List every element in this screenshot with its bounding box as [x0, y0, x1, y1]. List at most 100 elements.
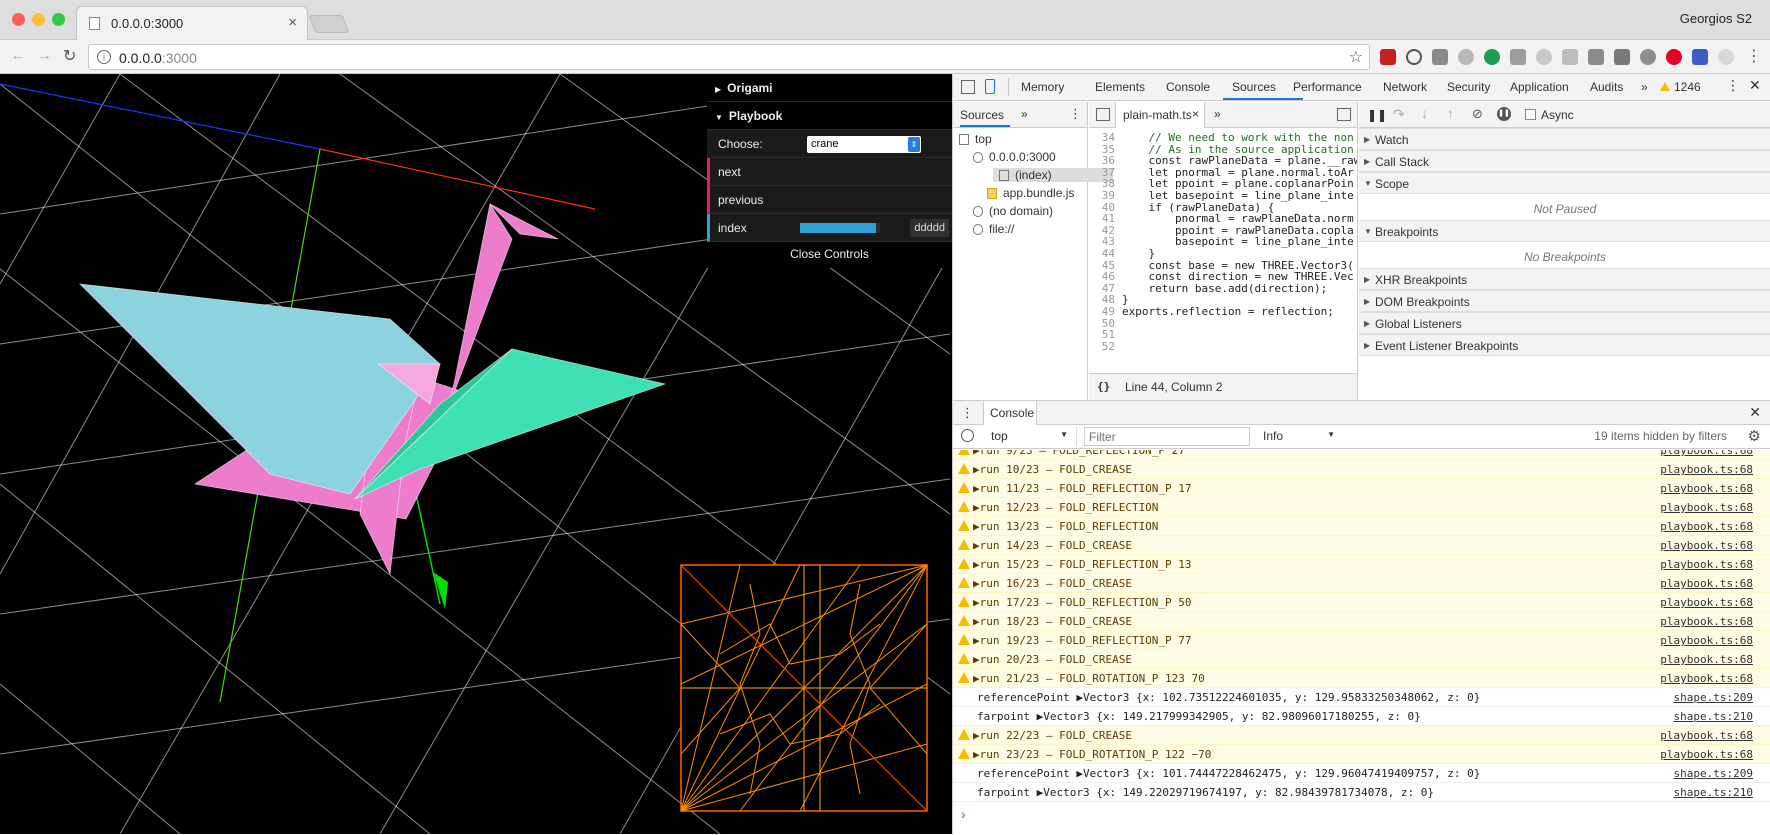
index-slider[interactable]	[800, 223, 880, 233]
console-log-row[interactable]: referencePoint ▶Vector3 {x: 101.74447228…	[953, 764, 1770, 783]
console-source-link[interactable]: playbook.ts:68	[1660, 634, 1753, 647]
previous-button[interactable]: previous	[707, 186, 952, 214]
pause-icon[interactable]: ❚❚	[1367, 108, 1387, 122]
global-listeners-section[interactable]: ▶ Global Listeners	[1359, 312, 1770, 334]
close-file-icon[interactable]: ×	[1192, 107, 1199, 121]
minimize-window-button[interactable]	[32, 13, 45, 26]
info-icon[interactable]: i	[97, 50, 111, 64]
console-source-link[interactable]: shape.ts:210	[1674, 710, 1753, 723]
console-warning-row[interactable]: ▶run 17/23 – FOLD_REFLECTION_P 50 playboo…	[953, 593, 1770, 612]
clear-console-icon[interactable]	[961, 429, 974, 442]
console-warning-row[interactable]: ▶run 12/23 – FOLD_REFLECTION playbook.ts:…	[953, 498, 1770, 517]
console-log-row[interactable]: farpoint ▶Vector3 {x: 149.217999342905, …	[953, 707, 1770, 726]
tab-memory[interactable]: Memory	[1021, 80, 1064, 94]
console-log-row[interactable]: farpoint ▶Vector3 {x: 149.22029719674197…	[953, 783, 1770, 802]
file-tree-item[interactable]: 0.0.0.0:3000	[973, 150, 1056, 164]
code-lines[interactable]: 34 // We need to work with the non 35 // …	[1089, 129, 1357, 373]
more-files-icon[interactable]: »	[1214, 107, 1221, 121]
step-over-icon[interactable]: ↷	[1393, 106, 1405, 123]
menu-icon[interactable]: ⋮	[1746, 46, 1762, 66]
console-source-link[interactable]: playbook.ts:68	[1660, 450, 1753, 457]
console-source-link[interactable]: playbook.ts:68	[1660, 672, 1753, 685]
drawer-menu-icon[interactable]: ⋮	[961, 405, 974, 421]
dom-breakpoints-section[interactable]: ▶ DOM Breakpoints	[1359, 290, 1770, 312]
console-source-link[interactable]: playbook.ts:68	[1660, 596, 1753, 609]
close-tab-icon[interactable]: ×	[288, 14, 297, 31]
tab-elements[interactable]: Elements	[1095, 80, 1145, 94]
extension-icon[interactable]	[1588, 49, 1604, 65]
console-source-link[interactable]: playbook.ts:68	[1660, 463, 1753, 476]
settings-extension-icon[interactable]	[1536, 49, 1552, 65]
toggle-navigator-icon[interactable]	[1096, 108, 1110, 121]
pause-on-exceptions-icon[interactable]: ❚❚	[1497, 107, 1511, 121]
browser-tab[interactable]: 0.0.0.0:3000 ×	[76, 6, 308, 40]
tab-audits[interactable]: Audits	[1590, 80, 1623, 94]
async-checkbox[interactable]	[1525, 109, 1536, 120]
step-out-icon[interactable]: ↑	[1447, 106, 1454, 121]
bookmark-star-icon[interactable]: ☆	[1349, 47, 1363, 67]
console-source-link[interactable]: playbook.ts:68	[1660, 482, 1753, 495]
file-tree-item[interactable]: file://	[973, 222, 1014, 236]
step-into-icon[interactable]: ↓	[1421, 106, 1428, 121]
console-warning-row[interactable]: ▶run 9/23 – FOLD_REFLECTION_P 27 playbook…	[953, 450, 1770, 460]
tab-security[interactable]: Security	[1447, 80, 1490, 94]
more-navigator-icon[interactable]: »	[1021, 107, 1028, 121]
console-warning-row[interactable]: ▶run 16/23 – FOLD_CREASE playbook.ts:68	[953, 574, 1770, 593]
new-tab-button[interactable]	[308, 15, 350, 33]
console-warning-row[interactable]: ▶run 21/23 – FOLD_ROTATION_P 123 70 playb…	[953, 669, 1770, 688]
scope-section[interactable]: ▼ Scope	[1359, 172, 1770, 194]
tab-application[interactable]: Application	[1510, 80, 1569, 94]
tab-network[interactable]: Network	[1383, 80, 1427, 94]
playbook-folder[interactable]: ▼ Playbook	[707, 102, 952, 130]
console-warning-row[interactable]: ▶run 11/23 – FOLD_REFLECTION_P 17 playboo…	[953, 479, 1770, 498]
console-source-link[interactable]: playbook.ts:68	[1660, 729, 1753, 742]
profile-name[interactable]: Georgios S2	[1680, 11, 1752, 26]
console-source-link[interactable]: playbook.ts:68	[1660, 501, 1753, 514]
console-source-link[interactable]: playbook.ts:68	[1660, 653, 1753, 666]
console-warning-row[interactable]: ▶run 20/23 – FOLD_CREASE playbook.ts:68	[953, 650, 1770, 669]
drawer-console-tab[interactable]: Console	[983, 401, 1037, 425]
console-warning-row[interactable]: ▶run 14/23 – FOLD_CREASE playbook.ts:68	[953, 536, 1770, 555]
console-source-link[interactable]: shape.ts:210	[1674, 786, 1753, 799]
maximize-window-button[interactable]	[52, 13, 65, 26]
mail-icon[interactable]	[1614, 49, 1630, 65]
origami-folder[interactable]: ▶ Origami	[707, 74, 952, 102]
extension-icon[interactable]	[1432, 49, 1448, 65]
toggle-debugger-icon[interactable]	[1337, 108, 1351, 121]
inspect-element-icon[interactable]	[961, 80, 975, 94]
cloud-icon[interactable]	[1458, 49, 1474, 65]
tab-performance[interactable]: Performance	[1293, 80, 1362, 94]
console-source-link[interactable]: playbook.ts:68	[1660, 520, 1753, 533]
log-level-selector[interactable]: Info ▼	[1259, 427, 1341, 446]
console-source-link[interactable]: playbook.ts:68	[1660, 558, 1753, 571]
breakpoints-section[interactable]: ▼ Breakpoints	[1359, 220, 1770, 242]
navigator-menu-icon[interactable]: ⋮	[1069, 106, 1082, 122]
address-bar[interactable]: i 0.0.0.0:3000 ☆	[88, 44, 1370, 70]
close-window-button[interactable]	[12, 13, 25, 26]
origami-viewport[interactable]: ▶ Origami ▼ Playbook Choose: crane ⇕ next …	[0, 74, 952, 834]
call-stack-section[interactable]: ▶ Call Stack	[1359, 150, 1770, 172]
console-source-link[interactable]: playbook.ts:68	[1660, 748, 1753, 761]
event-listener-breakpoints-section[interactable]: ▶ Event Listener Breakpoints	[1359, 334, 1770, 356]
warning-count[interactable]: 1246	[1674, 80, 1701, 94]
extension-icon[interactable]	[1562, 49, 1578, 65]
console-source-link[interactable]: playbook.ts:68	[1660, 539, 1753, 552]
extension-info-icon[interactable]	[1406, 49, 1422, 65]
pinterest-icon[interactable]	[1666, 49, 1682, 65]
reload-icon[interactable]: ↻	[63, 46, 76, 66]
console-prompt[interactable]: ›	[961, 806, 966, 822]
extension-icon[interactable]	[1692, 49, 1708, 65]
close-controls-button[interactable]: Close Controls	[707, 242, 952, 268]
console-warning-row[interactable]: ▶run 23/23 – FOLD_ROTATION_P 122 −70 play…	[953, 745, 1770, 764]
pretty-print-icon[interactable]: {}	[1097, 380, 1110, 393]
console-source-link[interactable]: playbook.ts:68	[1660, 615, 1753, 628]
console-warning-row[interactable]: ▶run 10/23 – FOLD_CREASE playbook.ts:68	[953, 460, 1770, 479]
close-devtools-icon[interactable]: ✕	[1749, 77, 1761, 94]
watch-section[interactable]: ▶ Watch	[1359, 128, 1770, 150]
editor-file-tab[interactable]: plain-math.ts ×	[1115, 102, 1205, 128]
device-toolbar-icon[interactable]	[985, 79, 995, 94]
extension-icon[interactable]	[1718, 49, 1734, 65]
console-warning-row[interactable]: ▶run 19/23 – FOLD_REFLECTION_P 77 playboo…	[953, 631, 1770, 650]
back-icon[interactable]: ←	[10, 47, 26, 65]
close-drawer-icon[interactable]: ✕	[1749, 404, 1761, 421]
